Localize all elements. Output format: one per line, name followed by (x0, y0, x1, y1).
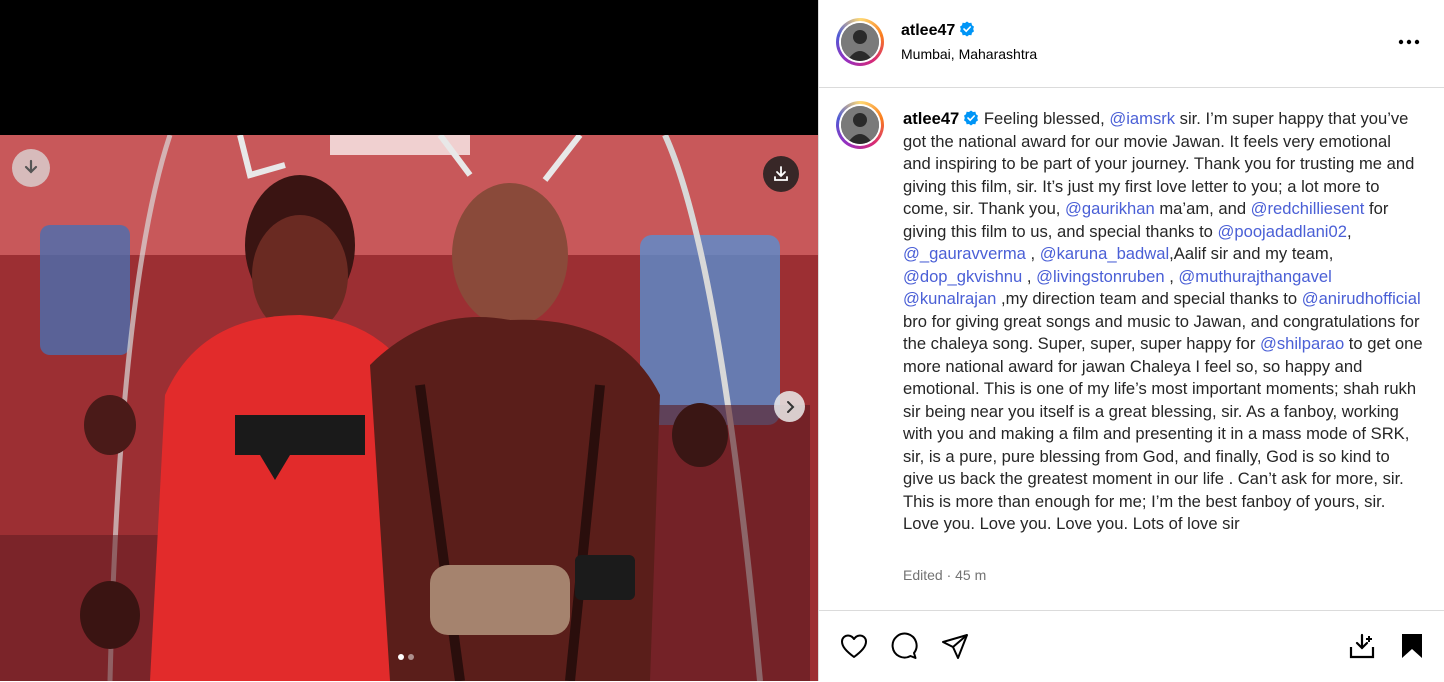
share-button[interactable] (940, 631, 970, 661)
post-detail-panel: atlee47 Mumbai, Maharashtra atlee47 Feel… (818, 0, 1444, 681)
mention-link[interactable]: @_gauravverma (903, 244, 1026, 263)
mention-link[interactable]: @anirudhofficial (1302, 289, 1421, 308)
chevron-right-icon (786, 400, 794, 413)
save-download-button[interactable] (1347, 631, 1377, 661)
caption-avatar[interactable] (836, 101, 884, 149)
avatar-image (841, 106, 879, 144)
caption-text-segment: , (1346, 221, 1352, 241)
caption-text: atlee47 Feeling blessed, @iamsrk sir. I’… (903, 108, 1423, 536)
more-options-button[interactable] (1397, 30, 1421, 54)
post-location[interactable]: Mumbai, Maharashtra (901, 46, 1037, 62)
mention-link[interactable]: @poojadadlani02 (1218, 222, 1347, 241)
share-icon (942, 634, 968, 659)
caption-block: atlee47 Feeling blessed, @iamsrk sir. I’… (819, 88, 1444, 610)
caption-text-segment: to get one more national award for jawan… (903, 334, 1423, 533)
caption-username[interactable]: atlee47 (903, 109, 959, 128)
bookmark-icon (1402, 634, 1422, 658)
mention-link[interactable]: @shilparao (1260, 334, 1344, 353)
caption-text-segment: ,Aalif sir and my team, (1169, 244, 1334, 263)
mention-link[interactable]: @kunalrajan (903, 289, 996, 308)
heart-icon (841, 634, 867, 658)
bookmark-button[interactable] (1397, 631, 1427, 661)
download-button[interactable] (763, 156, 799, 192)
action-bar (819, 610, 1444, 682)
caption-body: Feeling blessed, @iamsrk sir. I’m super … (903, 109, 1423, 533)
carousel-dot-active (398, 654, 404, 660)
carousel-dot (408, 654, 414, 660)
header-avatar[interactable] (836, 18, 884, 66)
caption-text-segment: , (1022, 266, 1037, 286)
verified-badge-icon (960, 21, 975, 37)
download-tray-icon (1349, 633, 1375, 659)
comment-button[interactable] (889, 631, 919, 661)
edited-timestamp: Edited · 45 m (903, 567, 987, 583)
caption-text-segment: , (1025, 244, 1040, 263)
post-media (0, 0, 818, 681)
carousel-next-button[interactable] (774, 391, 805, 422)
caption-text-segment: ,my direction team and special thanks to (996, 289, 1302, 308)
mention-link[interactable]: @dop_gkvishnu (903, 267, 1022, 286)
download-arrow-icon (24, 159, 38, 174)
header-username[interactable]: atlee47 (901, 21, 975, 40)
like-button[interactable] (839, 631, 869, 661)
download-button-left[interactable] (12, 149, 50, 187)
avatar-image (841, 23, 879, 61)
mention-link[interactable]: @redchilliesent (1251, 199, 1365, 218)
mention-link[interactable]: @gaurikhan (1065, 199, 1155, 218)
mention-link[interactable]: @karuna_badwal (1040, 244, 1169, 263)
mention-link[interactable]: @livingstonruben (1036, 267, 1164, 286)
post-photo[interactable] (0, 135, 818, 681)
carousel-dots (398, 654, 414, 660)
mention-link[interactable]: @muthurajthangavel (1178, 267, 1331, 286)
caption-text-segment: , (1164, 266, 1179, 286)
photo-illustration (0, 135, 818, 681)
caption-text-segment: ma’am, and (1154, 199, 1251, 218)
comment-icon (891, 632, 918, 659)
mention-link[interactable]: @iamsrk (1109, 109, 1175, 128)
verified-badge-icon (964, 110, 979, 126)
caption-text-segment: Feeling blessed, (983, 109, 1110, 128)
post-header: atlee47 Mumbai, Maharashtra (819, 0, 1444, 88)
header-username-text[interactable]: atlee47 (901, 22, 955, 39)
download-icon (774, 166, 788, 181)
more-horizontal-icon (1398, 39, 1420, 45)
